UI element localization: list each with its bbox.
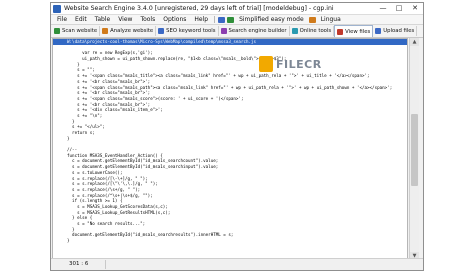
main-toolbar: Scan website Analyze website SEO keyword… (51, 24, 423, 38)
menu-tools[interactable]: Tools (136, 16, 159, 23)
scan-website-label: Scan website (62, 28, 98, 34)
mode-toggle-icon (227, 16, 235, 23)
minimize-button[interactable]: — (375, 3, 391, 14)
vertical-scrollbar[interactable]: ▲ ▼ (409, 38, 419, 260)
menu-view[interactable]: View (114, 16, 136, 23)
window-title: Website Search Engine 3.4.0 [unregistere… (64, 5, 334, 12)
close-button[interactable]: ✕ (407, 3, 423, 14)
menu-table[interactable]: Table (91, 16, 115, 23)
search-engine-builder-label: Search engine builder (228, 28, 287, 34)
scroll-up-arrow-icon[interactable]: ▲ (410, 38, 419, 46)
app-icon (53, 4, 61, 13)
easy-mode-icon (218, 16, 226, 23)
seo-keyword-tools-button[interactable]: SEO keyword tools (156, 26, 219, 36)
menu-bar: File Edit Table View Tools Options Help … (51, 15, 423, 24)
code-editor[interactable]: W:\data\projects-cool-thomas\Micro-Sys\W… (52, 38, 408, 260)
search-engine-icon (220, 28, 227, 34)
cursor-position: 301 : 6 (51, 260, 106, 269)
menu-help[interactable]: Help (190, 16, 212, 23)
view-files-button[interactable]: View files (334, 25, 374, 37)
view-files-icon (337, 28, 344, 35)
status-bar: 301 : 6 (51, 258, 423, 270)
online-tools-label: Online tools (299, 28, 332, 34)
search-engine-builder-button[interactable]: Search engine builder (219, 26, 290, 36)
code-line[interactable]: s += '<span class="msa1s_title"><a class… (53, 73, 407, 79)
upload-files-button[interactable]: Upload files (373, 26, 418, 36)
online-tools-icon (291, 28, 298, 34)
seo-icon (158, 28, 165, 34)
upload-icon (375, 28, 382, 34)
app-window: Website Search Engine 3.4.0 [unregistere… (50, 2, 424, 271)
analyze-website-label: Analyze website (110, 28, 154, 34)
menu-simplified-easy-mode[interactable]: Simplified easy mode (235, 16, 308, 23)
online-tools-button[interactable]: Online tools (290, 26, 335, 36)
analyze-icon (102, 28, 109, 34)
scan-website-button[interactable]: Scan website (52, 26, 101, 36)
menu-options[interactable]: Options (159, 16, 190, 23)
scan-icon (54, 28, 60, 34)
menu-divider (214, 16, 216, 23)
upload-files-label: Upload files (383, 28, 415, 34)
menu-lingua[interactable]: Lingua (317, 16, 345, 23)
lingua-icon (308, 16, 316, 23)
menu-edit[interactable]: Edit (71, 16, 91, 23)
code-line[interactable] (53, 249, 407, 255)
analyze-website-button[interactable]: Analyze website (100, 26, 157, 36)
seo-keyword-tools-label: SEO keyword tools (166, 28, 216, 34)
view-files-label: View files (345, 28, 371, 35)
scrollbar-thumb[interactable] (411, 114, 418, 186)
maximize-button[interactable]: □ (391, 3, 407, 14)
title-bar: Website Search Engine 3.4.0 [unregistere… (51, 3, 423, 15)
menu-file[interactable]: File (53, 16, 71, 23)
